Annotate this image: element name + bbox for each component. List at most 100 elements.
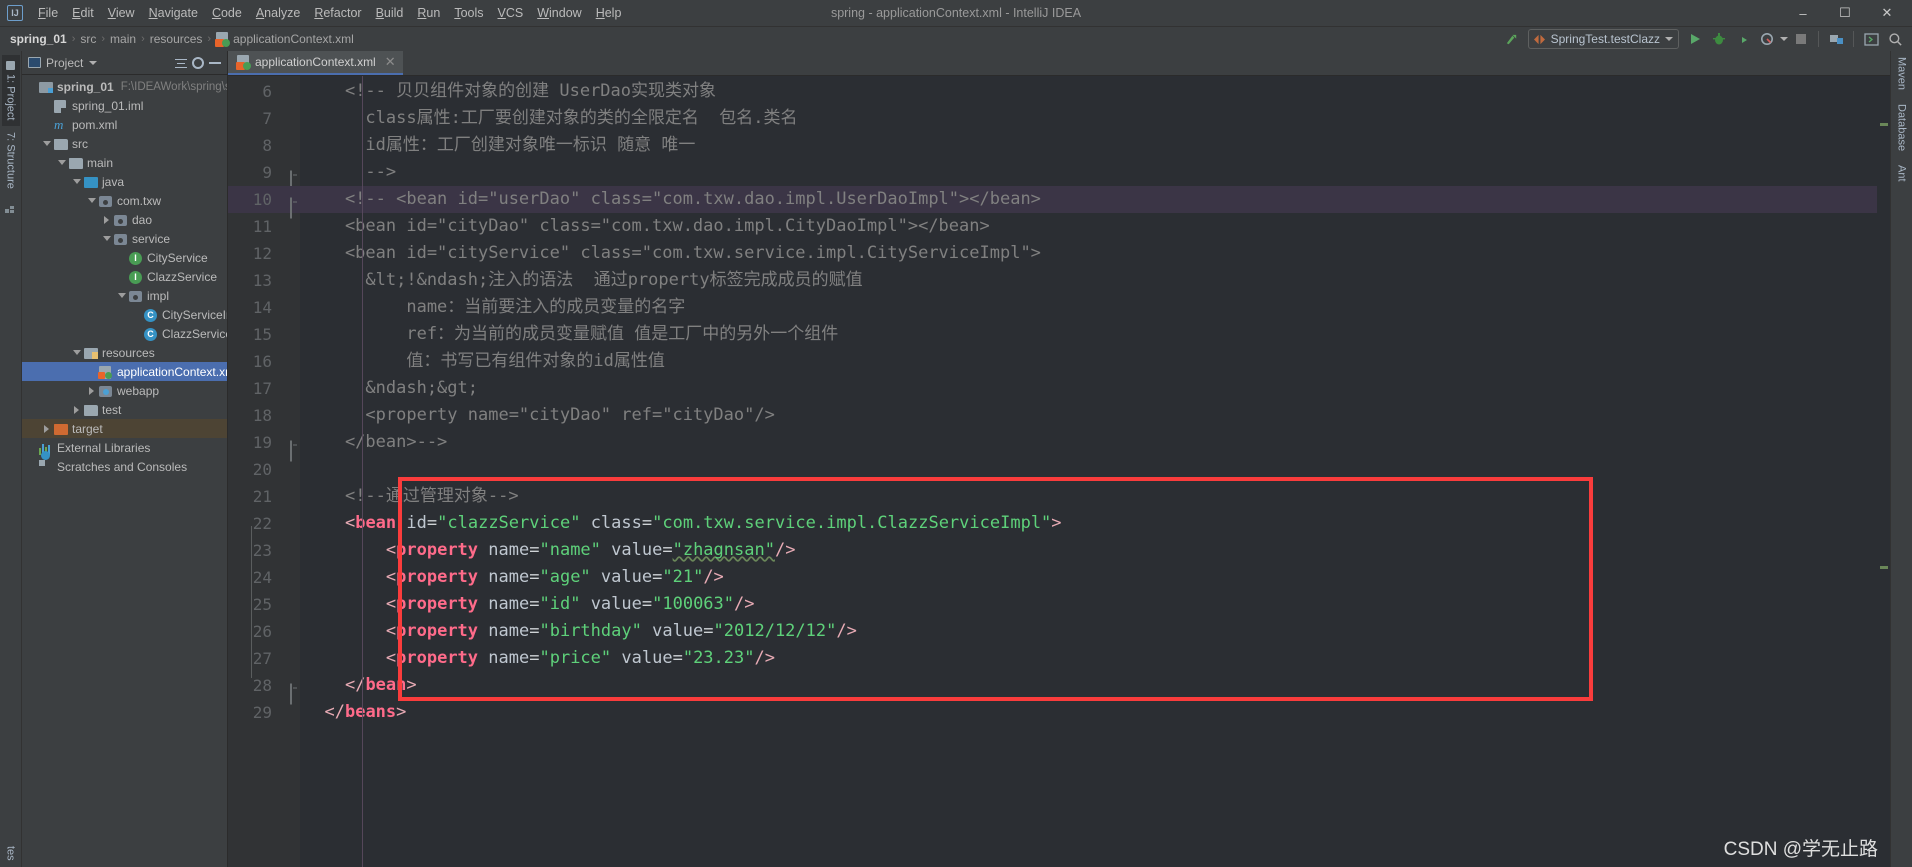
bottom-tool-tab[interactable]: tes <box>2 840 20 867</box>
line-number-19[interactable]: 19 <box>228 429 300 461</box>
run-configuration-selector[interactable]: SpringTest.testClazz <box>1527 29 1679 49</box>
fold-marker-icon[interactable] <box>281 518 292 529</box>
minimize-button[interactable]: – <box>1782 0 1824 26</box>
breadcrumb-item-spring-01[interactable]: spring_01 <box>10 32 67 46</box>
tree-item-cityserviceimpl[interactable]: C CityServiceImpl <box>22 305 227 324</box>
close-button[interactable]: ✕ <box>1866 0 1908 26</box>
menu-item-build[interactable]: Build <box>369 3 411 23</box>
tree-item-java[interactable]: java <box>22 172 227 191</box>
code-line-6[interactable]: <!-- 贝贝组件对象的创建 UserDao实现类对象 <box>300 78 1877 105</box>
tree-item-service[interactable]: service <box>22 229 227 248</box>
editor-viewport[interactable]: 6 7 8 9 10 11 12 13 14 15 16 17 18 19 20 21 22 23 24 25 26 27… <box>228 76 1890 867</box>
chevron-down-icon[interactable] <box>86 198 97 203</box>
tree-item-com-txw[interactable]: com.txw <box>22 191 227 210</box>
tree-item-spring-01-iml[interactable]: spring_01.iml <box>22 96 227 115</box>
chevron-down-icon[interactable] <box>101 236 112 241</box>
code-line-15[interactable]: ref：为当前的成员变量赋值 值是工厂中的另外一个组件 <box>300 321 1877 348</box>
tree-item-scratches-and-consoles[interactable]: Scratches and Consoles <box>22 457 227 476</box>
breadcrumb-item-applicationcontext-xml[interactable]: applicationContext.xml <box>215 32 354 47</box>
code-line-11[interactable]: <bean id="cityDao" class="com.txw.dao.im… <box>300 213 1877 240</box>
line-number-6[interactable]: 6 <box>228 78 300 105</box>
menu-item-tools[interactable]: Tools <box>447 3 490 23</box>
breadcrumb-item-resources[interactable]: resources <box>150 32 203 46</box>
tree-item-clazzservice[interactable]: I ClazzService <box>22 267 227 286</box>
line-number-gutter[interactable]: 6 7 8 9 10 11 12 13 14 15 16 17 18 19 20 21 22 23 24 25 26 27… <box>228 76 300 867</box>
close-icon[interactable]: ✕ <box>385 54 396 70</box>
sidebar-item-maven[interactable]: Maven <box>1896 57 1908 90</box>
tree-item-resources[interactable]: resources <box>22 343 227 362</box>
tree-item-webapp[interactable]: webapp <box>22 381 227 400</box>
code-line-29[interactable]: </beans> <box>300 699 1877 726</box>
chevron-right-icon[interactable] <box>86 386 97 395</box>
line-number-11[interactable]: 11 <box>228 213 300 240</box>
gear-icon[interactable] <box>192 56 204 69</box>
code-line-9[interactable]: --> <box>300 159 1877 186</box>
menu-item-navigate[interactable]: Navigate <box>142 3 205 23</box>
tree-item-clazzserviceimpl[interactable]: C ClazzServiceImpl <box>22 324 227 343</box>
hide-panel-icon[interactable] <box>209 61 221 64</box>
fold-marker-icon[interactable] <box>281 437 292 461</box>
chevron-down-icon[interactable] <box>71 350 82 355</box>
code-line-13[interactable]: &lt;!&ndash;注入的语法 通过property标签完成成员的赋值 <box>300 267 1877 294</box>
line-number-14[interactable]: 14 <box>228 294 300 321</box>
line-number-24[interactable]: 24 <box>228 564 300 591</box>
chevron-down-icon[interactable] <box>41 141 52 146</box>
code-line-16[interactable]: 值：书写已有组件对象的id属性值 <box>300 348 1877 375</box>
code-line-21[interactable]: <!--通过管理对象--> <box>300 483 1877 510</box>
line-number-10[interactable]: 10 <box>228 186 300 218</box>
chevron-right-icon[interactable] <box>101 215 112 224</box>
favorites-icon[interactable] <box>4 203 17 215</box>
line-number-20[interactable]: 20 <box>228 456 300 483</box>
run-button[interactable] <box>1684 28 1706 50</box>
menu-item-edit[interactable]: Edit <box>65 3 101 23</box>
breadcrumb-item-main[interactable]: main <box>110 32 136 46</box>
line-number-9[interactable]: 9 <box>228 159 300 191</box>
line-number-16[interactable]: 16 <box>228 348 300 375</box>
project-view-chevron-icon[interactable] <box>89 60 98 65</box>
code-content[interactable]: <!-- 贝贝组件对象的创建 UserDao实现类对象 class属性:工厂要创… <box>300 76 1877 867</box>
tree-item-target[interactable]: target <box>22 419 227 438</box>
code-line-7[interactable]: class属性:工厂要创建对象的类的全限定名 包名.类名 <box>300 105 1877 132</box>
line-number-21[interactable]: 21 <box>228 483 300 510</box>
line-number-25[interactable]: 25 <box>228 591 300 618</box>
menu-item-analyze[interactable]: Analyze <box>249 3 307 23</box>
code-line-26[interactable]: <property name="birthday" value="2012/12… <box>300 618 1877 645</box>
project-tree[interactable]: spring_01 F:\IDEAWork\spring\spring_sprin… <box>22 75 227 867</box>
code-line-25[interactable]: <property name="id" value="100063"/> <box>300 591 1877 618</box>
build-icon[interactable] <box>1825 28 1847 50</box>
line-number-29[interactable]: 29 <box>228 699 300 726</box>
chevron-right-icon[interactable] <box>41 424 52 433</box>
line-number-12[interactable]: 12 <box>228 240 300 267</box>
line-number-17[interactable]: 17 <box>228 375 300 402</box>
profile-chevron-icon[interactable] <box>1780 37 1788 41</box>
line-number-28[interactable]: 28 <box>228 672 300 704</box>
line-number-22[interactable]: 22 <box>228 510 300 537</box>
update-project-icon[interactable] <box>1501 28 1523 50</box>
chevron-down-icon[interactable] <box>56 160 67 165</box>
maximize-button[interactable]: ☐ <box>1824 0 1866 26</box>
tree-item-impl[interactable]: impl <box>22 286 227 305</box>
sidebar-item-project[interactable]: 1: Project <box>1 55 20 127</box>
sidebar-item-structure[interactable]: 7: Structure <box>2 126 20 195</box>
tree-item-src[interactable]: src <box>22 134 227 153</box>
line-number-23[interactable]: 23 <box>228 537 300 564</box>
code-line-22[interactable]: <bean id="clazzService" class="com.txw.s… <box>300 510 1877 537</box>
tree-item-test[interactable]: test <box>22 400 227 419</box>
fold-marker-icon[interactable] <box>281 194 292 218</box>
code-line-12[interactable]: <bean id="cityService" class="com.txw.se… <box>300 240 1877 267</box>
code-line-27[interactable]: <property name="price" value="23.23"/> <box>300 645 1877 672</box>
menu-item-vcs[interactable]: VCS <box>491 3 531 23</box>
menu-item-window[interactable]: Window <box>530 3 588 23</box>
fold-marker-icon[interactable] <box>281 86 292 97</box>
code-line-18[interactable]: <property name="cityDao" ref="cityDao"/> <box>300 402 1877 429</box>
stop-button[interactable] <box>1790 28 1812 50</box>
run-with-coverage-icon[interactable] <box>1732 28 1754 50</box>
code-line-17[interactable]: &ndash;&gt; <box>300 375 1877 402</box>
code-line-20[interactable] <box>300 456 1877 483</box>
chevron-right-icon[interactable] <box>71 405 82 414</box>
line-number-7[interactable]: 7 <box>228 105 300 132</box>
menu-item-file[interactable]: File <box>31 3 65 23</box>
code-line-10[interactable]: <!-- <bean id="userDao" class="com.txw.d… <box>300 186 1877 213</box>
chevron-down-icon[interactable] <box>71 179 82 184</box>
search-icon[interactable] <box>1884 28 1906 50</box>
